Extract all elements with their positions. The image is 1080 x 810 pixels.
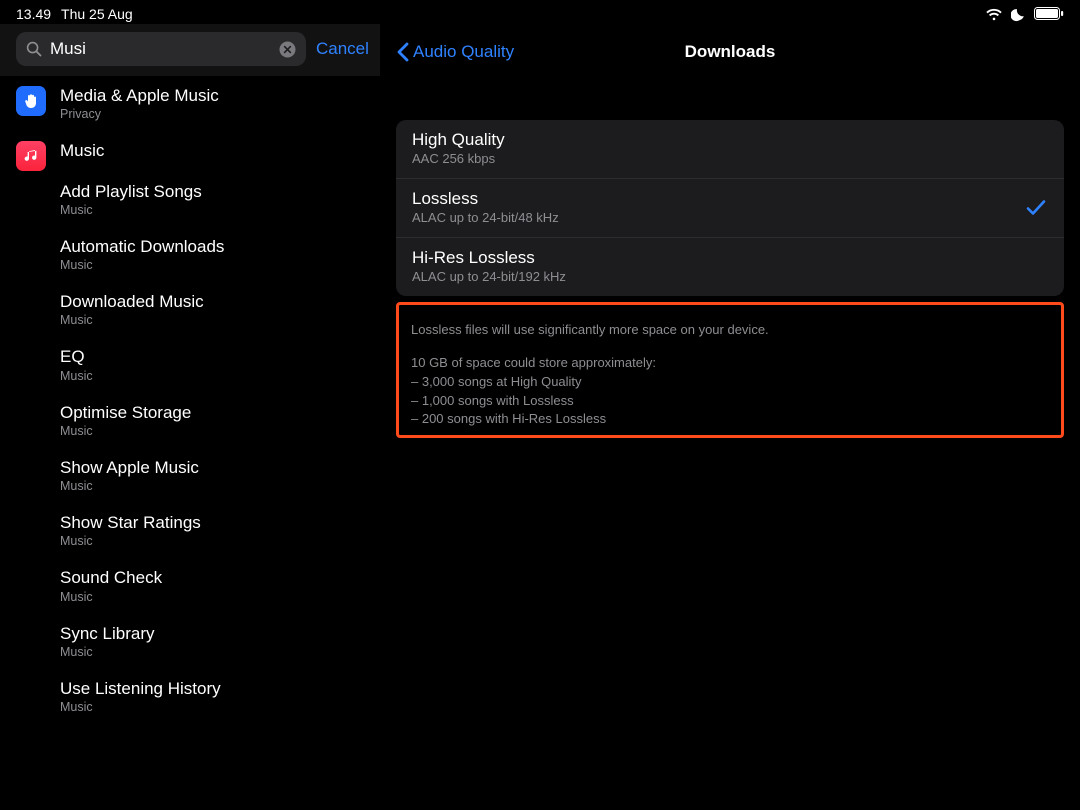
quality-option-hires[interactable]: Hi-Res Lossless ALAC up to 24-bit/192 kH… <box>396 238 1064 296</box>
battery-icon <box>1034 7 1064 21</box>
result-item[interactable]: Show Apple Music Music <box>0 448 380 503</box>
result-music[interactable]: Music <box>0 131 380 171</box>
quality-option-high[interactable]: High Quality AAC 256 kbps <box>396 120 1064 179</box>
result-sub: Music <box>60 203 366 217</box>
footnote-line: Lossless files will use significantly mo… <box>411 321 1049 340</box>
result-sub: Music <box>60 534 366 548</box>
result-item[interactable]: Add Playlist Songs Music <box>0 172 380 227</box>
result-title: Media & Apple Music <box>60 85 366 106</box>
option-sub: ALAC up to 24-bit/192 kHz <box>412 269 1048 284</box>
result-item[interactable]: Automatic Downloads Music <box>0 227 380 282</box>
music-icon <box>16 141 46 171</box>
option-sub: AAC 256 kbps <box>412 151 1048 166</box>
result-item[interactable]: Use Listening History Music <box>0 669 380 724</box>
back-button[interactable]: Audio Quality <box>396 42 514 62</box>
result-title: Music <box>60 140 366 161</box>
result-sub: Music <box>60 479 366 493</box>
annotation-highlight-box: Lossless files will use significantly mo… <box>396 302 1064 438</box>
option-sub: ALAC up to 24-bit/48 kHz <box>412 210 1048 225</box>
option-title: High Quality <box>412 130 1048 150</box>
result-sub: Music <box>60 369 366 383</box>
status-bar: 13.49 Thu 25 Aug <box>0 0 1080 24</box>
result-media-apple-music[interactable]: Media & Apple Music Privacy <box>0 76 380 131</box>
nav-header: Audio Quality Downloads <box>396 28 1064 76</box>
moon-icon <box>1011 7 1026 22</box>
result-item[interactable]: Sync Library Music <box>0 614 380 669</box>
quality-options-group: High Quality AAC 256 kbps Lossless ALAC … <box>396 120 1064 296</box>
result-title: Optimise Storage <box>60 402 366 423</box>
clear-icon[interactable] <box>279 41 296 58</box>
result-sub: Music <box>60 313 366 327</box>
result-sub: Music <box>60 258 366 272</box>
search-results: Media & Apple Music Privacy Music Add Pl… <box>0 76 380 810</box>
result-item[interactable]: EQ Music <box>0 337 380 392</box>
footnote-text: Lossless files will use significantly mo… <box>411 321 1049 429</box>
result-title: Use Listening History <box>60 678 366 699</box>
result-item[interactable]: Sound Check Music <box>0 558 380 613</box>
result-title: Automatic Downloads <box>60 236 366 257</box>
result-title: Sync Library <box>60 623 366 644</box>
result-sub: Music <box>60 700 366 714</box>
result-sub: Music <box>60 590 366 604</box>
result-item[interactable]: Show Star Ratings Music <box>0 503 380 558</box>
footnote-line: – 1,000 songs with Lossless <box>411 392 1049 411</box>
result-title: Show Star Ratings <box>60 512 366 533</box>
cancel-button[interactable]: Cancel <box>316 39 369 59</box>
result-item[interactable]: Downloaded Music Music <box>0 282 380 337</box>
result-title: Show Apple Music <box>60 457 366 478</box>
sidebar: Cancel Media & Apple Music Privacy Music… <box>0 24 380 810</box>
quality-option-lossless[interactable]: Lossless ALAC up to 24-bit/48 kHz <box>396 179 1064 238</box>
wifi-icon <box>985 8 1003 21</box>
option-title: Lossless <box>412 189 1048 209</box>
result-title: Downloaded Music <box>60 291 366 312</box>
result-sub: Music <box>60 645 366 659</box>
result-title: Sound Check <box>60 567 366 588</box>
result-sub: Music <box>60 424 366 438</box>
content-pane: Audio Quality Downloads High Quality AAC… <box>380 24 1080 810</box>
page-title: Downloads <box>685 42 776 62</box>
chevron-left-icon <box>396 42 409 62</box>
result-title: Add Playlist Songs <box>60 181 366 202</box>
option-title: Hi-Res Lossless <box>412 248 1048 268</box>
footnote-line: – 3,000 songs at High Quality <box>411 373 1049 392</box>
checkmark-icon <box>1026 199 1046 217</box>
status-date: Thu 25 Aug <box>61 6 133 22</box>
hand-icon <box>16 86 46 116</box>
search-icon <box>26 41 42 57</box>
result-sub: Privacy <box>60 107 366 121</box>
search-input[interactable] <box>50 39 271 59</box>
footnote-line: 10 GB of space could store approximately… <box>411 354 1049 373</box>
search-field[interactable] <box>16 32 306 66</box>
status-time: 13.49 <box>16 6 51 22</box>
result-item[interactable]: Optimise Storage Music <box>0 393 380 448</box>
back-label: Audio Quality <box>413 42 514 62</box>
result-title: EQ <box>60 346 366 367</box>
footnote-line: – 200 songs with Hi-Res Lossless <box>411 410 1049 429</box>
